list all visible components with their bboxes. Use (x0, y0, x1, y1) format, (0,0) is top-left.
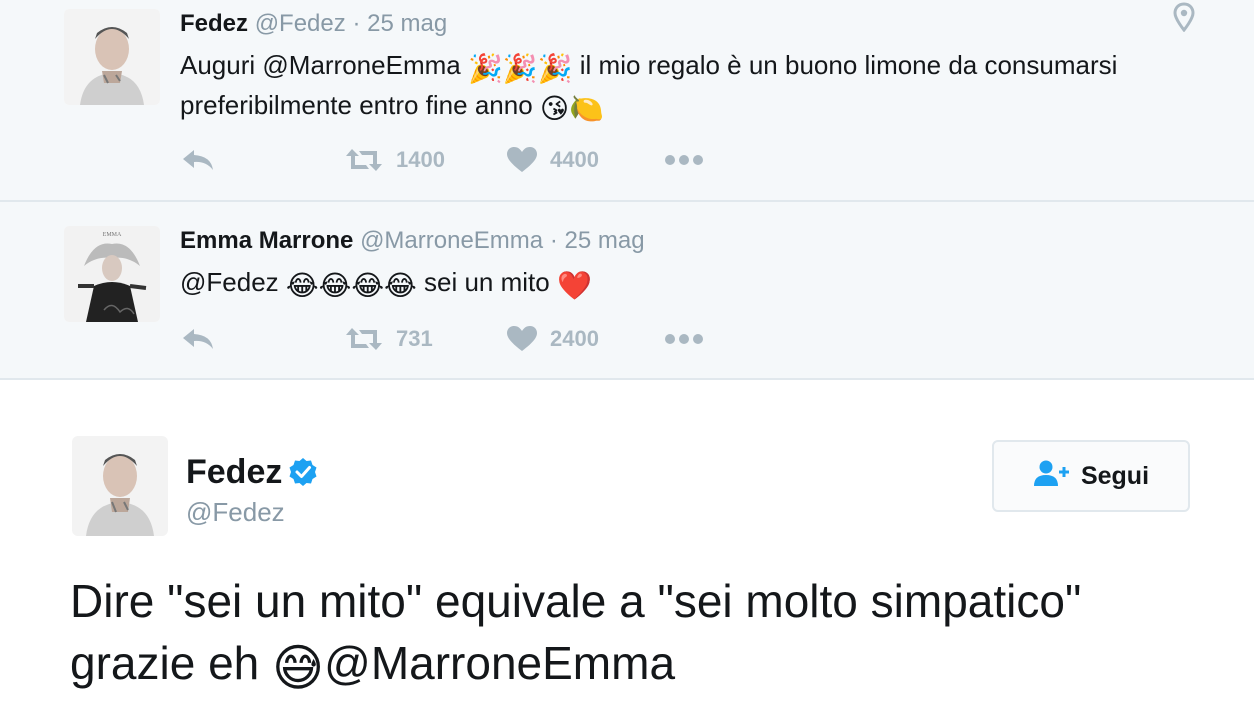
tweet-text: @Fedez 😂😂😂😂 sei un mito ❤️ (180, 267, 592, 301)
more-button[interactable] (664, 319, 704, 359)
retweet-icon (344, 325, 384, 353)
mention-link[interactable]: @MarroneEmma (324, 637, 675, 689)
author-name[interactable]: Fedez (186, 452, 282, 492)
tweet-actions: 1400 4400 (180, 140, 740, 180)
retweet-count: 1400 (396, 147, 445, 172)
reply-tweet-emma[interactable]: EMMA Emma Marrone @MarroneEmma · 25 mag … (0, 202, 1254, 380)
sweat-smile-emoji: 😅 (272, 640, 325, 696)
retweet-icon (344, 146, 384, 174)
follow-button[interactable]: Segui (992, 440, 1190, 512)
retweet-button[interactable]: 731 (344, 319, 433, 359)
reply-icon (180, 146, 216, 174)
kiss-lemon-emoji: 😘🍋 (539, 93, 604, 124)
laughing-emoji: 😂😂😂😂 (285, 270, 417, 301)
tweet-date[interactable]: 25 mag (564, 227, 644, 254)
retweet-button[interactable]: 1400 (344, 140, 445, 180)
location-pin-icon[interactable] (1172, 2, 1196, 33)
more-icon (664, 154, 704, 166)
separator: · (549, 227, 558, 254)
more-button[interactable] (664, 140, 704, 180)
like-button[interactable]: 2400 (506, 319, 599, 359)
avatar[interactable] (72, 436, 168, 536)
tweet-text: Dire "sei un mito" equivale a "sei molto… (70, 575, 1082, 696)
reply-icon (180, 325, 216, 353)
party-popper-emoji: 🎉🎉🎉 (467, 53, 573, 84)
author-handle[interactable]: @MarroneEmma (360, 227, 543, 254)
separator: · (352, 10, 361, 37)
mention-link[interactable]: @MarroneEmma (262, 50, 460, 80)
avatar[interactable] (64, 9, 160, 105)
retweet-count: 731 (396, 326, 433, 351)
heart-icon (506, 325, 538, 353)
reply-button[interactable] (180, 140, 216, 180)
avatar[interactable]: EMMA (64, 226, 160, 322)
author-name[interactable]: Emma Marrone (180, 227, 353, 254)
heart-icon (506, 146, 538, 174)
tweet-text: Auguri @MarroneEmma 🎉🎉🎉 il mio regalo è … (180, 50, 1118, 124)
like-button[interactable]: 4400 (506, 140, 599, 180)
author-name-row[interactable]: Fedez (186, 452, 318, 492)
like-count: 2400 (550, 326, 599, 351)
tweet-actions: 731 2400 (180, 319, 740, 359)
heart-emoji: ❤️ (556, 270, 592, 301)
add-user-icon (1033, 459, 1081, 494)
avatar-caption: EMMA (103, 232, 122, 238)
verified-badge-icon (288, 457, 318, 487)
author-handle[interactable]: @Fedez (186, 496, 285, 528)
main-tweet: Fedez @Fedez Segui Dire "sei un mito" eq… (0, 380, 1254, 706)
mention-link[interactable]: @Fedez (180, 267, 279, 297)
tweet-date[interactable]: 25 mag (367, 10, 447, 37)
reply-tweet-fedez[interactable]: Fedez @Fedez · 25 mag Auguri @MarroneEmm… (0, 0, 1254, 202)
follow-label: Segui (1080, 461, 1150, 490)
author-name[interactable]: Fedez (180, 10, 248, 37)
reply-button[interactable] (180, 319, 216, 359)
more-icon (664, 333, 704, 345)
like-count: 4400 (550, 147, 599, 172)
author-handle[interactable]: @Fedez (255, 10, 346, 37)
